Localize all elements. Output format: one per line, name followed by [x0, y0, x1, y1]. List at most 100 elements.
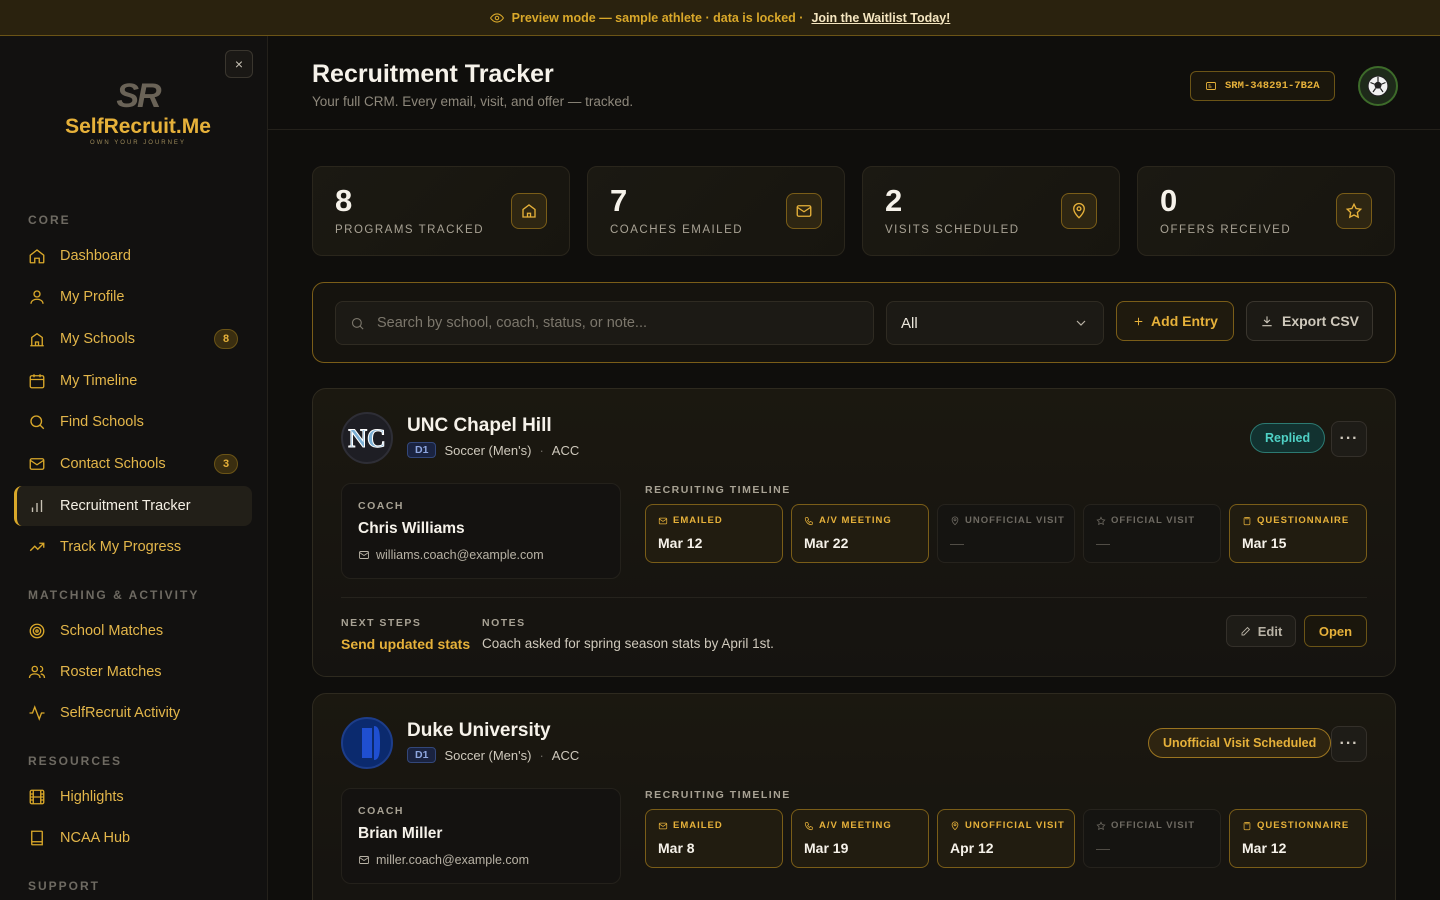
trend-icon — [29, 542, 45, 552]
mail-icon — [29, 458, 45, 470]
coach-email[interactable]: williams.coach@example.com — [358, 548, 544, 562]
sidebar-item-my-timeline[interactable]: My Timeline — [14, 361, 252, 401]
timeline-label: RECRUITING TIMELINE — [645, 789, 791, 801]
sidebar-item-track-my-progress[interactable]: Track My Progress — [14, 527, 252, 567]
stat-card-offers: 0 OFFERS RECEIVED — [1137, 166, 1395, 256]
activity-icon — [29, 705, 45, 721]
school-card-unc[interactable]: NC UNC Chapel Hill D1 Soccer (Men's) · A… — [312, 388, 1396, 677]
waitlist-link[interactable]: Join the Waitlist Today! — [811, 11, 950, 25]
bar-chart-icon — [31, 500, 43, 512]
timeline-step-unofficial-visit[interactable]: UNOFFICIAL VISIT Apr 12 — [937, 809, 1075, 868]
count-badge: 8 — [214, 329, 238, 349]
sidebar-item-dashboard[interactable]: Dashboard — [14, 236, 252, 276]
sidebar-item-roster-matches[interactable]: Roster Matches — [14, 652, 252, 692]
sidebar-item-contact-schools[interactable]: Contact Schools 3 — [14, 444, 252, 484]
sidebar-item-label: Dashboard — [60, 248, 131, 264]
timeline-step-av-meeting[interactable]: A/V MEETING Mar 19 — [791, 809, 929, 868]
more-options-button[interactable]: ··· — [1331, 421, 1367, 457]
status-badge[interactable]: Replied — [1250, 423, 1326, 453]
stat-label: COACHES EMAILED — [610, 224, 744, 236]
search-placeholder: Search by school, coach, status, or note… — [377, 315, 648, 331]
open-button[interactable]: Open — [1304, 615, 1367, 647]
star-icon — [1096, 515, 1106, 525]
close-sidebar-button[interactable]: × — [225, 50, 253, 78]
school-logo-unc: NC — [341, 412, 393, 464]
sidebar-item-my-profile[interactable]: My Profile — [14, 277, 252, 317]
clipboard-icon — [1243, 821, 1251, 830]
stat-value: 7 — [610, 183, 628, 218]
sidebar-item-label: My Schools — [60, 331, 135, 347]
sidebar-item-ncaa-hub[interactable]: NCAA Hub — [14, 818, 252, 858]
duke-logo-icon — [360, 726, 380, 760]
sidebar-item-highlights[interactable]: Highlights — [14, 777, 252, 817]
sidebar-item-label: Contact Schools — [60, 456, 166, 472]
timeline-step-official-visit[interactable]: OFFICIAL VISIT — — [1083, 504, 1221, 563]
sidebar-item-my-schools[interactable]: My Schools 8 — [14, 319, 252, 359]
stat-card-visits: 2 VISITS SCHEDULED — [862, 166, 1120, 256]
school-icon — [30, 332, 44, 347]
sidebar-item-school-matches[interactable]: School Matches — [14, 611, 252, 651]
school-card-duke[interactable]: Duke University D1 Soccer (Men's) · ACC … — [312, 693, 1396, 900]
school-meta: D1 Soccer (Men's) · ACC — [407, 747, 579, 763]
sidebar-item-recruitment-tracker[interactable]: Recruitment Tracker — [14, 486, 252, 526]
sidebar-item-find-schools[interactable]: Find Schools — [14, 402, 252, 442]
division-badge: D1 — [407, 442, 437, 458]
home-icon — [29, 249, 45, 264]
page-title: Recruitment Tracker — [312, 60, 554, 88]
sidebar-item-label: My Profile — [60, 289, 125, 305]
sidebar-item-selfrecruit-activity[interactable]: SelfRecruit Activity — [14, 693, 252, 733]
download-icon — [1262, 316, 1272, 327]
timeline-step-emailed[interactable]: EMAILED Mar 8 — [645, 809, 783, 868]
status-filter-select[interactable]: All — [886, 301, 1104, 345]
phone-icon — [804, 516, 813, 525]
svg-text:NC: NC — [348, 424, 386, 453]
map-pin-icon — [1073, 202, 1085, 219]
school-name[interactable]: UNC Chapel Hill — [407, 415, 552, 437]
timeline-step-av-meeting[interactable]: A/V MEETING Mar 22 — [791, 504, 929, 563]
search-input[interactable]: Search by school, coach, status, or note… — [335, 301, 874, 345]
sidebar-item-label: NCAA Hub — [60, 830, 131, 846]
sidebar-item-label: Recruitment Tracker — [60, 498, 191, 514]
timeline-step-questionnaire[interactable]: QUESTIONNAIRE Mar 12 — [1229, 809, 1367, 868]
star-icon — [1096, 820, 1106, 830]
edit-button[interactable]: Edit — [1226, 615, 1296, 647]
avatar[interactable] — [1358, 66, 1398, 106]
school-name[interactable]: Duke University — [407, 720, 551, 742]
timeline-step-questionnaire[interactable]: QUESTIONNAIRE Mar 15 — [1229, 504, 1367, 563]
timeline-step-official-visit[interactable]: OFFICIAL VISIT — — [1083, 809, 1221, 868]
mail-icon — [658, 822, 668, 829]
sport: Soccer (Men's) — [444, 747, 532, 763]
plus-icon — [1134, 317, 1143, 325]
logo-mark: SR — [116, 77, 161, 115]
logo-name: SelfRecruit.Me — [65, 115, 211, 138]
athlete-id-badge[interactable]: SRM-348291-7B2A — [1190, 71, 1335, 101]
mail-icon — [796, 205, 812, 217]
timeline-step-emailed[interactable]: EMAILED Mar 12 — [645, 504, 783, 563]
logo[interactable]: SR SelfRecruit.Me OWN YOUR JOURNEY — [48, 76, 228, 156]
stat-label: OFFERS RECEIVED — [1160, 224, 1292, 236]
star-icon — [1345, 202, 1363, 219]
division-badge: D1 — [407, 747, 437, 763]
id-card-icon — [1206, 82, 1216, 90]
school-meta: D1 Soccer (Men's) · ACC — [407, 442, 579, 458]
target-icon — [29, 623, 45, 639]
sidebar-item-label: Roster Matches — [60, 664, 162, 680]
status-filter-value: All — [901, 314, 918, 332]
export-csv-button[interactable]: Export CSV — [1246, 301, 1373, 341]
coach-email[interactable]: miller.coach@example.com — [358, 853, 529, 867]
search-icon — [30, 415, 45, 430]
stat-label: PROGRAMS TRACKED — [335, 224, 485, 236]
section-label-core: CORE — [28, 213, 71, 227]
filter-bar: Search by school, coach, status, or note… — [312, 282, 1396, 363]
map-pin-icon — [951, 821, 959, 830]
stat-label: VISITS SCHEDULED — [885, 224, 1020, 236]
sidebar-item-label: Find Schools — [60, 414, 144, 430]
more-options-button[interactable]: ··· — [1331, 726, 1367, 762]
timeline-step-unofficial-visit[interactable]: UNOFFICIAL VISIT — — [937, 504, 1075, 563]
status-badge[interactable]: Unofficial Visit Scheduled — [1148, 728, 1332, 758]
clipboard-icon — [1243, 516, 1251, 525]
add-entry-button[interactable]: Add Entry — [1116, 301, 1234, 341]
unc-logo-icon: NC — [348, 424, 387, 454]
athlete-id: SRM-348291-7B2A — [1225, 80, 1320, 92]
notes-value: Coach asked for spring season stats by A… — [482, 636, 774, 651]
